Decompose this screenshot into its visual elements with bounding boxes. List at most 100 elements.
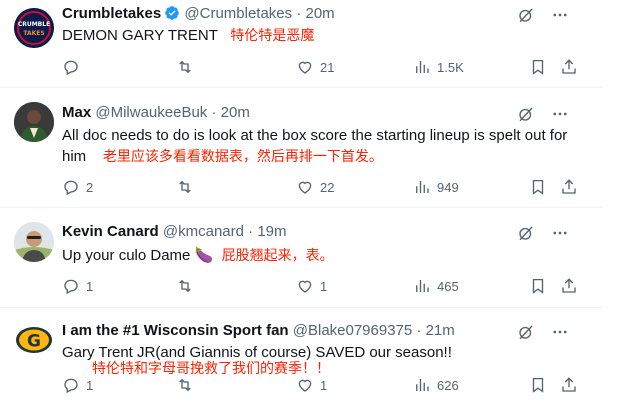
- tweet-header: I am the #1 Wisconsin Sport fan @Blake07…: [62, 321, 455, 341]
- timestamp[interactable]: 19m: [257, 223, 286, 240]
- separator-dot: ·: [296, 5, 302, 22]
- share-upload-icon: [560, 376, 578, 394]
- tweet-top-actions: [517, 105, 569, 128]
- share-button[interactable]: [560, 58, 578, 76]
- more-options-icon[interactable]: [551, 323, 569, 346]
- action-bar: 2 22 949: [62, 178, 582, 198]
- bookmark-button[interactable]: [529, 277, 547, 295]
- grok-icon[interactable]: [517, 105, 535, 128]
- tweet-header: Crumbletakes @Crumbletakes · 20m: [62, 4, 335, 27]
- avatar-packers-logo[interactable]: G: [14, 320, 54, 360]
- views-bar-chart-icon: [413, 376, 431, 394]
- timestamp[interactable]: 20m: [221, 104, 250, 121]
- tweet-translation: 特伦特是恶魔: [230, 27, 315, 43]
- avatar-max[interactable]: [14, 102, 54, 142]
- view-count: 626: [437, 377, 459, 393]
- like-button[interactable]: 1: [296, 376, 327, 394]
- reply-button[interactable]: 1: [62, 376, 93, 394]
- avatar-kevin-canard[interactable]: [14, 222, 54, 262]
- like-heart-icon: [296, 376, 314, 394]
- author-handle[interactable]: @Blake07969375: [293, 322, 413, 339]
- timestamp[interactable]: 20m: [306, 5, 335, 22]
- tweet-2[interactable]: Max @MilwaukeeBuk · 20m All doc needs to…: [0, 88, 603, 208]
- tweet-3[interactable]: Kevin Canard @kmcanard · 19m Up your cul…: [0, 208, 603, 308]
- tweet-top-actions: [517, 224, 569, 247]
- bookmark-icon: [529, 277, 547, 295]
- views-button[interactable]: 1.5K: [413, 58, 464, 76]
- bookmark-button[interactable]: [529, 376, 547, 394]
- author-handle[interactable]: @kmcanard: [163, 223, 244, 240]
- tweet-text: DEMON GARY TRENT 特伦特是恶魔: [62, 25, 563, 46]
- bookmark-icon: [529, 376, 547, 394]
- author-handle[interactable]: @MilwaukeeBuk: [95, 104, 207, 121]
- view-count: 949: [437, 179, 459, 195]
- reply-count: 2: [86, 179, 94, 195]
- tweet-translation: 屁股翘起来，表。: [221, 247, 334, 263]
- like-button[interactable]: 1: [296, 277, 327, 295]
- views-button[interactable]: 949: [413, 178, 459, 196]
- retweet-icon: [176, 178, 194, 196]
- separator-dot: ·: [248, 223, 254, 240]
- grok-icon[interactable]: [517, 323, 535, 346]
- share-button[interactable]: [560, 376, 578, 394]
- grok-icon[interactable]: [517, 224, 535, 247]
- views-bar-chart-icon: [413, 178, 431, 196]
- share-upload-icon: [560, 178, 578, 196]
- bookmark-button[interactable]: [529, 178, 547, 196]
- tweet-text-original: DEMON GARY TRENT: [62, 27, 218, 44]
- views-button[interactable]: 626: [413, 376, 459, 394]
- author-name[interactable]: Max: [62, 104, 91, 121]
- like-count: 21: [320, 59, 335, 75]
- action-bar: 21 1.5K: [62, 58, 582, 78]
- retweet-button[interactable]: [176, 178, 200, 196]
- avatar-logo-text-top: CRUMBLE: [18, 21, 50, 28]
- author-name[interactable]: I am the #1 Wisconsin Sport fan: [62, 322, 289, 339]
- author-name[interactable]: Kevin Canard: [62, 223, 159, 240]
- reply-count: 1: [86, 377, 94, 393]
- author-handle[interactable]: @Crumbletakes: [184, 5, 292, 22]
- like-heart-icon: [296, 178, 314, 196]
- eggplant-emoji-icon: 🍆: [194, 247, 214, 264]
- tweet-header: Max @MilwaukeeBuk · 20m: [62, 103, 250, 123]
- more-options-icon[interactable]: [551, 224, 569, 247]
- timestamp[interactable]: 21m: [426, 322, 455, 339]
- tweet-text: Up your culo Dame 🍆 屁股翘起来，表。: [62, 245, 563, 266]
- tweet-header: Kevin Canard @kmcanard · 19m: [62, 222, 287, 242]
- like-count: 1: [320, 278, 328, 294]
- like-button[interactable]: 21: [296, 58, 334, 76]
- views-button[interactable]: 465: [413, 277, 459, 295]
- packers-g-letter: G: [27, 332, 41, 352]
- reply-icon: [62, 277, 80, 295]
- like-button[interactable]: 22: [296, 178, 334, 196]
- like-count: 22: [320, 179, 335, 195]
- tweet-translation-line: 特伦特和字母哥挽救了我们的赛季！！: [92, 360, 563, 377]
- share-button[interactable]: [560, 277, 578, 295]
- like-count: 1: [320, 377, 328, 393]
- bookmark-icon: [529, 58, 547, 76]
- bookmark-button[interactable]: [529, 58, 547, 76]
- tweet-1[interactable]: CRUMBLE TAKES Crumbletakes @Crumbletakes…: [0, 0, 603, 88]
- avatar-logo-text-bottom: TAKES: [23, 30, 44, 37]
- separator-dot: ·: [416, 322, 422, 339]
- retweet-button[interactable]: [176, 277, 200, 295]
- action-bar: 1 1 465: [62, 277, 582, 297]
- reply-count: 1: [86, 278, 94, 294]
- like-heart-icon: [296, 58, 314, 76]
- avatar-crumbletakes[interactable]: CRUMBLE TAKES: [14, 8, 54, 48]
- tweet-4[interactable]: G I am the #1 Wisconsin Sport fan @Blake…: [0, 308, 603, 402]
- tweet-translation: 老里应该多看看数据表，然后再排一下首发。: [102, 148, 383, 164]
- tweet-text: All doc needs to do is look at the box s…: [62, 126, 579, 167]
- more-options-icon[interactable]: [551, 105, 569, 128]
- separator-dot: ·: [211, 104, 217, 121]
- share-button[interactable]: [560, 178, 578, 196]
- retweet-icon: [176, 277, 194, 295]
- views-bar-chart-icon: [413, 58, 431, 76]
- reply-icon: [62, 58, 80, 76]
- reply-button[interactable]: 1: [62, 277, 93, 295]
- action-bar: 1 1 626: [62, 376, 582, 396]
- author-name[interactable]: Crumbletakes: [62, 5, 161, 22]
- reply-button[interactable]: 2: [62, 178, 93, 196]
- reply-button[interactable]: [62, 58, 86, 76]
- retweet-button[interactable]: [176, 58, 200, 76]
- retweet-button[interactable]: [176, 376, 200, 394]
